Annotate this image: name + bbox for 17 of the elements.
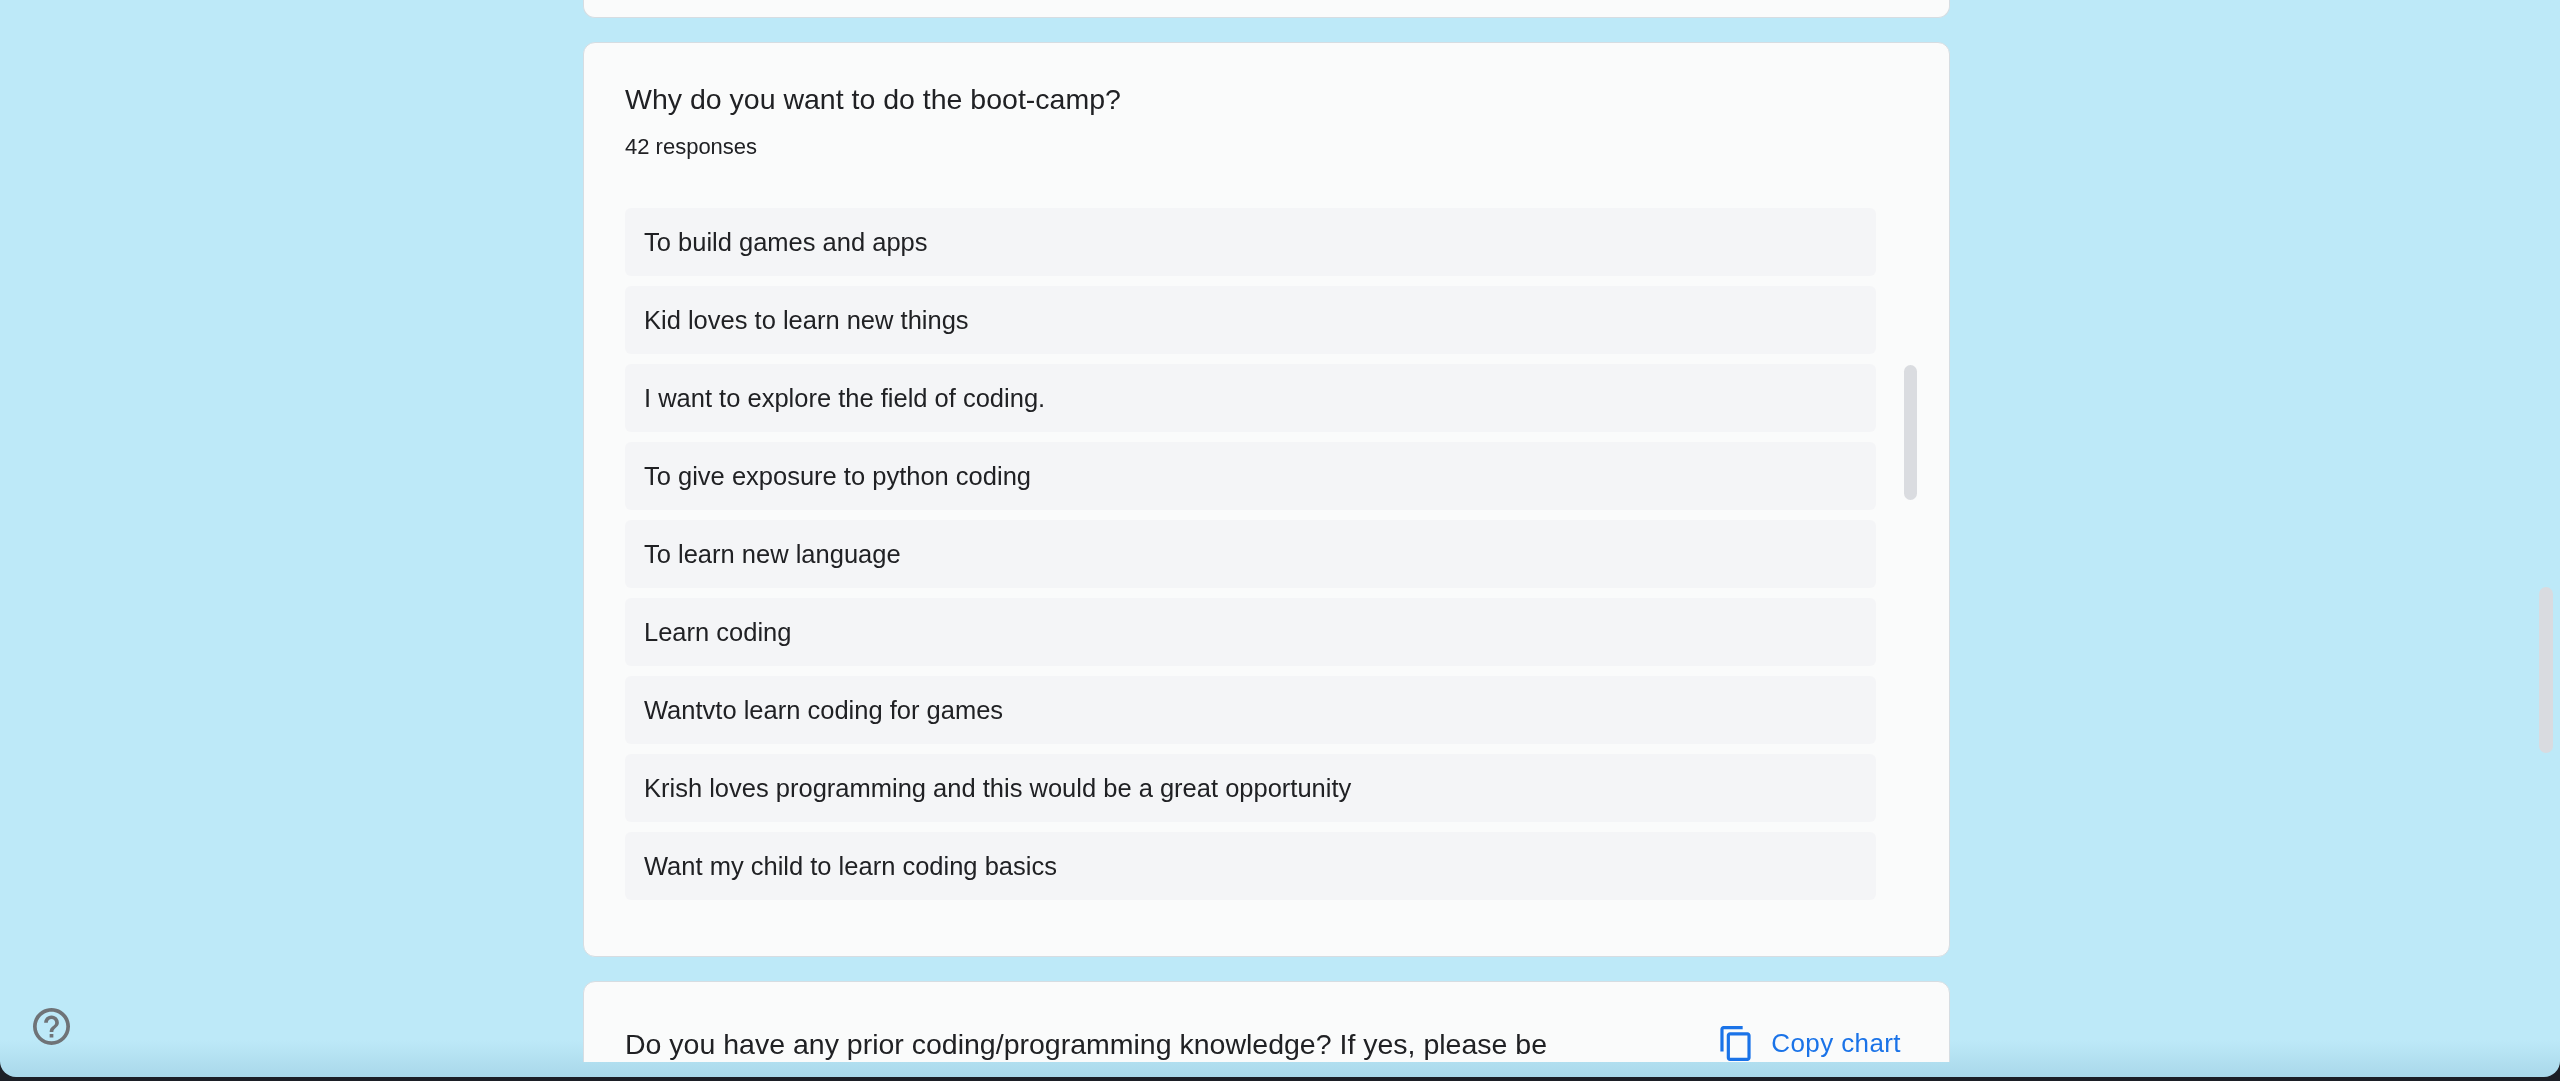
question-title: Why do you want to do the boot-camp? <box>625 83 1122 115</box>
response-item: I want to explore the field of coding. <box>625 364 1876 432</box>
response-item: To learn new language <box>625 520 1876 588</box>
response-item: Learn coding <box>625 598 1876 666</box>
scrollbar-thumb[interactable] <box>1904 365 1917 500</box>
response-item: To give exposure to python coding <box>625 442 1876 510</box>
response-item: Kid loves to learn new things <box>625 286 1876 354</box>
help-icon[interactable] <box>33 1008 70 1045</box>
response-count: 42 responses <box>625 135 759 159</box>
copy-chart-button[interactable]: Copy chart <box>1712 1022 1909 1062</box>
question-title: Do you have any prior coding/programming knowledge? If yes, please be <box>625 1027 1548 1060</box>
response-item: To build games and apps <box>625 208 1876 276</box>
page-scrollbar-thumb[interactable] <box>2539 587 2553 753</box>
response-item: Want my child to learn coding basics <box>625 832 1876 900</box>
response-item: Krish loves programming and this would be a great opportunity <box>625 754 1876 822</box>
response-item: Wantvto learn coding for games <box>625 676 1876 744</box>
copy-icon <box>1720 1026 1752 1061</box>
